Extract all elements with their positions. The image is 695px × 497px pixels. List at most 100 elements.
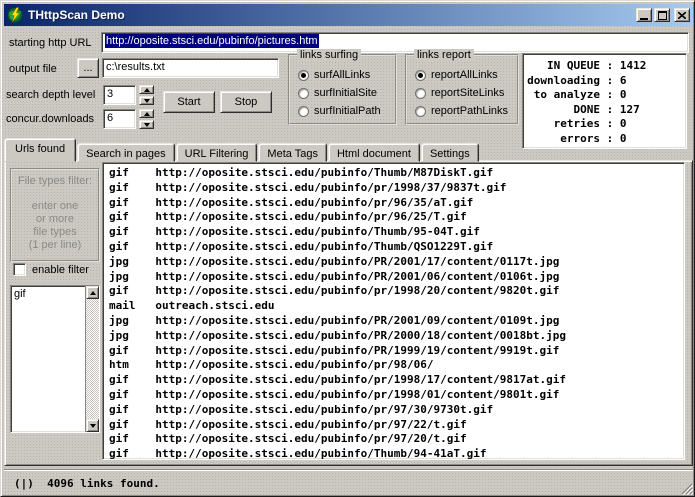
url-list-row[interactable]: jpghttp://oposite.stsci.edu/pubinfo/PR/2… [109,329,684,344]
hint-gap [12,188,98,200]
url-list-row[interactable]: htmhttp://oposite.stsci.edu/pubinfo/pr/9… [109,358,684,373]
url-list-row[interactable]: gifhttp://oposite.stsci.edu/pubinfo/pr/1… [109,373,684,388]
app-window: THttpScan Demo starting http URL http://… [0,0,695,497]
search-depth-spinner [139,85,154,105]
arrow-down-icon [90,424,96,428]
status-row-downloading: downloading : 6 [527,74,682,89]
scroll-up-button[interactable] [86,286,99,299]
file-types-memo[interactable]: gif [10,285,100,433]
url-list-row[interactable]: jpghttp://oposite.stsci.edu/pubinfo/PR/2… [109,255,684,270]
hint-line: or more [12,213,98,226]
search-depth-input[interactable]: 3 [103,85,136,105]
search-depth-label: search depth level [6,89,95,101]
close-button[interactable] [674,8,690,22]
radio-icon [298,70,309,81]
radio-label: reportSiteLinks [431,87,504,99]
url-list-row[interactable]: gifhttp://oposite.stsci.edu/pubinfo/Thum… [109,166,684,181]
tab-urls-found[interactable]: Urls found [4,138,76,162]
url-list-row[interactable]: jpghttp://oposite.stsci.edu/pubinfo/PR/2… [109,270,684,285]
maximize-icon [658,11,667,20]
browse-button[interactable]: ... [77,58,99,78]
radio-label: reportPathLinks [431,105,508,117]
radio-reportalllinks[interactable]: reportAllLinks [415,68,498,82]
url-list-row[interactable]: gifhttp://oposite.stsci.edu/pubinfo/PR/1… [109,344,684,359]
status-row-errors: errors : 0 [527,132,682,147]
url-list-row[interactable]: gifhttp://oposite.stsci.edu/pubinfo/Thum… [109,240,684,255]
url-list-row[interactable]: jpghttp://oposite.stsci.edu/pubinfo/PR/2… [109,314,684,329]
concurrent-downloads-up-button[interactable] [139,109,154,118]
links-surfing-group: links surfing surfAllLinkssurfInitialSit… [288,54,397,125]
scroll-down-button[interactable] [86,419,99,432]
radio-reportpathlinks[interactable]: reportPathLinks [415,104,508,118]
url-list-row[interactable]: gifhttp://oposite.stsci.edu/pubinfo/Thum… [109,225,684,240]
url-list-row[interactable]: gifhttp://oposite.stsci.edu/pubinfo/pr/9… [109,403,684,418]
radio-surfalllinks[interactable]: surfAllLinks [298,68,370,82]
tab-html-document[interactable]: Html document [328,143,420,162]
url-list-row[interactable]: gifhttp://oposite.stsci.edu/pubinfo/Thum… [109,447,684,460]
radio-icon [415,88,426,99]
links-surfing-title: links surfing [297,49,361,61]
starting-url-input[interactable]: http://oposite.stsci.edu/pubinfo/picture… [101,32,689,53]
radio-label: reportAllLinks [431,69,498,81]
url-list-row[interactable]: mailoutreach.stsci.edu [109,299,684,314]
radio-reportsitelinks[interactable]: reportSiteLinks [415,86,504,100]
radio-surfinitialpath[interactable]: surfInitialPath [298,104,381,118]
file-types-memo-text: gif [11,286,85,432]
starting-url-label: starting http URL [9,37,92,49]
status-row-in-queue: IN QUEUE : 1412 [527,59,682,74]
url-list-row[interactable]: gifhttp://oposite.stsci.edu/pubinfo/pr/9… [109,418,684,433]
concurrent-downloads-value: 6 [107,112,113,124]
start-button[interactable]: Start [163,91,215,113]
url-list-row[interactable]: gifhttp://oposite.stsci.edu/pubinfo/pr/9… [109,196,684,211]
url-list-row[interactable]: gifhttp://oposite.stsci.edu/pubinfo/pr/1… [109,181,684,196]
hint-line: enter one [12,200,98,213]
arrow-up-icon [90,291,96,295]
maximize-button[interactable] [654,8,670,22]
tab-settings[interactable]: Settings [421,143,479,162]
tab-page-urls-found: File types filter: enter oneor morefile t… [4,160,693,466]
enable-filter-row[interactable]: enable filter [13,263,89,276]
concurrent-downloads-down-button[interactable] [139,120,154,129]
url-list-row[interactable]: gifhttp://oposite.stsci.edu/pubinfo/pr/1… [109,284,684,299]
radio-icon [415,106,426,117]
tab-strip: Urls foundSearch in pagesURL FilteringMe… [4,138,480,162]
enable-filter-label: enable filter [32,264,89,276]
status-row-to-analyze: to analyze : 0 [527,88,682,103]
window-title: THttpScan Demo [28,8,634,22]
start-button-label: Start [177,96,200,108]
output-file-value: c:\results.txt [106,61,165,73]
search-depth-up-button[interactable] [139,85,154,94]
resize-grip-icon[interactable] [680,482,693,495]
enable-filter-checkbox[interactable] [13,263,26,276]
search-depth-down-button[interactable] [139,96,154,105]
hint-line: (1 per line) [12,239,98,252]
memo-scrollbar[interactable] [85,286,99,432]
status-row-retries: retries : 0 [527,117,682,132]
radio-surfinitialsite[interactable]: surfInitialSite [298,86,377,100]
stop-button[interactable]: Stop [220,91,272,113]
hint-line: file types [12,226,98,239]
arrow-down-icon [144,123,150,127]
output-file-label: output file [9,63,57,75]
links-report-title: links report [414,49,474,61]
tab-meta-tags[interactable]: Meta Tags [258,143,327,162]
output-file-input[interactable]: c:\results.txt [102,58,279,78]
radio-label: surfInitialPath [314,105,381,117]
arrow-up-icon [144,88,150,92]
concurrent-downloads-spinner [139,109,154,129]
url-list-row[interactable]: gifhttp://oposite.stsci.edu/pubinfo/pr/9… [109,432,684,447]
titlebar[interactable]: THttpScan Demo [4,4,693,26]
concurrent-downloads-input[interactable]: 6 [103,109,136,129]
url-list-row[interactable]: gifhttp://oposite.stsci.edu/pubinfo/pr/9… [109,210,684,225]
arrow-up-icon [144,112,150,116]
status-row-done: DONE : 127 [527,103,682,118]
browse-button-label: ... [83,62,92,74]
radio-icon [415,70,426,81]
tab-url-filtering[interactable]: URL Filtering [176,143,258,162]
hint-line: File types filter: [12,175,98,188]
url-list-row[interactable]: gifhttp://oposite.stsci.edu/pubinfo/pr/1… [109,388,684,403]
minimize-button[interactable] [636,8,652,22]
app-icon [7,7,23,23]
radio-icon [298,88,309,99]
tab-search-in-pages[interactable]: Search in pages [77,143,175,162]
